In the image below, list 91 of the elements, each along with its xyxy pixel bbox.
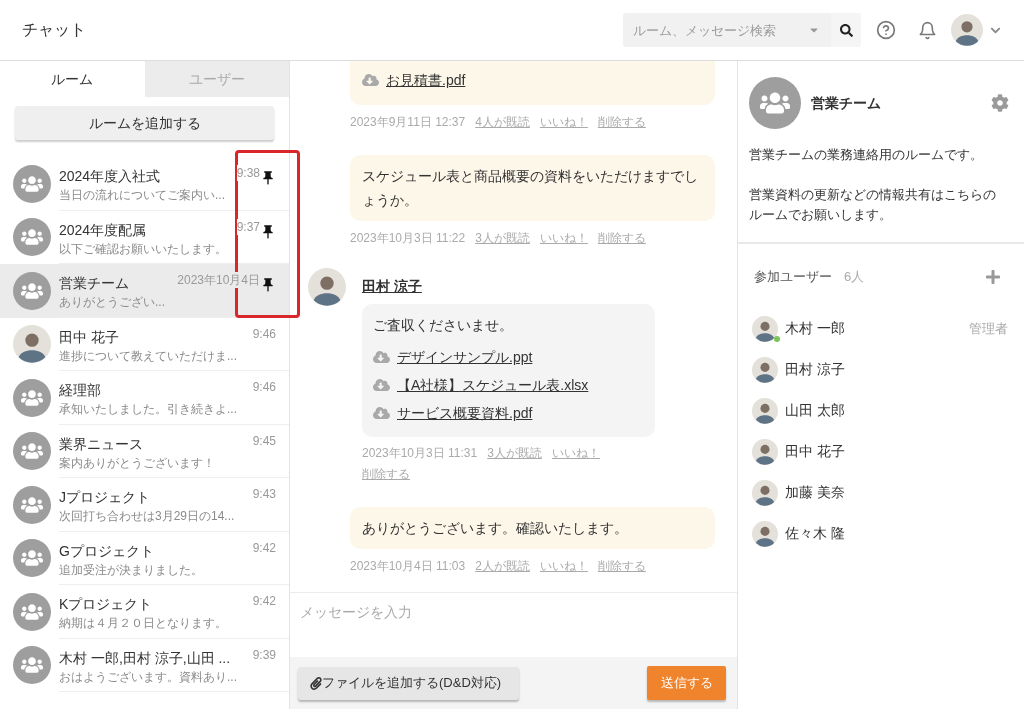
- group-avatar-icon: [13, 646, 51, 685]
- group-avatar-icon: [749, 77, 801, 129]
- member-list-item[interactable]: 田村 涼子: [752, 349, 1010, 390]
- room-last-message: 当日の流れについてご案内い...: [59, 187, 226, 204]
- cloud-download-icon: [373, 377, 390, 393]
- room-last-message: 次回打ち合わせは3月29日の14...: [59, 508, 236, 525]
- room-title: 営業チーム: [811, 93, 881, 113]
- message-text: スケジュール表と商品概要の資料をいただけますでしょうか。: [362, 167, 699, 210]
- room-description: 営業資料の更新などの情報共有はこちらのルームでお願いします。: [749, 186, 997, 224]
- group-avatar-icon: [13, 485, 51, 524]
- search-field[interactable]: ルーム、メッセージ検索: [623, 13, 831, 47]
- member-name: 田村 涼子: [785, 360, 845, 379]
- pin-icon[interactable]: [260, 170, 276, 186]
- room-list-item[interactable]: 営業チーム ありがとうござい... 2023年10月4日: [0, 264, 289, 318]
- member-role: 管理者: [969, 319, 1008, 338]
- message-text: ご査収くださいませ。: [373, 316, 514, 335]
- room-last-message: 追加受注が決まりました。: [59, 561, 204, 579]
- user-avatar-icon: [752, 479, 778, 506]
- user-avatar-icon: [13, 325, 51, 364]
- cloud-download-icon: [373, 349, 390, 365]
- room-name: 木村 一郎,田村 涼子,山田 ...: [59, 648, 232, 668]
- member-list-item[interactable]: 木村 一郎 管理者: [752, 308, 1010, 349]
- group-avatar-icon: [13, 539, 51, 578]
- user-avatar-icon: [752, 397, 778, 424]
- cloud-download-icon: [373, 405, 390, 421]
- member-name: 佐々木 隆: [785, 524, 845, 543]
- user-avatar-icon: [308, 268, 346, 306]
- room-name: Jプロジェクト: [59, 488, 151, 507]
- member-name: 木村 一郎: [785, 319, 845, 338]
- user-avatar-icon[interactable]: [951, 14, 983, 46]
- search-icon: [839, 23, 853, 37]
- cloud-download-icon: [362, 72, 379, 88]
- message-text: ありがとうございます。確認いたします。: [362, 519, 629, 538]
- members-label: 参加ユーザー: [754, 268, 832, 286]
- room-last-message: 案内ありがとうございます！: [59, 454, 216, 472]
- room-name: Gプロジェクト: [59, 541, 155, 561]
- group-avatar-icon: [13, 592, 51, 631]
- user-avatar-icon: [752, 315, 778, 342]
- message-timestamp: 2023年10月3日 11:31: [362, 445, 478, 462]
- user-avatar-icon: [752, 438, 778, 465]
- message-timestamp: 2023年10月3日 11:22: [350, 230, 466, 247]
- user-avatar-icon: [752, 520, 778, 547]
- room-name: 業界ニュース: [59, 434, 144, 454]
- member-name: 山田 太郎: [785, 401, 845, 420]
- paperclip-icon: [310, 676, 322, 690]
- group-avatar-icon: [13, 164, 51, 203]
- member-list-item[interactable]: 山田 太郎: [752, 390, 1010, 431]
- bell-icon[interactable]: [918, 20, 937, 40]
- members-count: 6人: [844, 268, 865, 286]
- settings-icon[interactable]: [991, 94, 1009, 112]
- file-link[interactable]: 【A社様】スケジュール表.xlsx: [397, 375, 589, 395]
- file-link[interactable]: サービス概要資料.pdf: [397, 403, 533, 423]
- message-timestamp: 2023年10月4日 11:03: [350, 558, 466, 575]
- room-time: 9:37: [236, 218, 260, 235]
- room-name: 2024年度入社式: [59, 167, 162, 186]
- room-name: 経理部: [59, 381, 102, 400]
- user-avatar-icon: [752, 356, 778, 383]
- room-time: 2023年10月4日: [177, 272, 260, 288]
- pin-icon[interactable]: [260, 277, 276, 293]
- room-name: 田中 花子: [59, 327, 120, 347]
- member-list-item[interactable]: 田中 花子: [752, 431, 1010, 472]
- room-last-message: 進捗について教えていただけま...: [59, 347, 238, 365]
- search-button[interactable]: [831, 13, 861, 47]
- message-timestamp: 2023年9月11日 12:37: [350, 114, 466, 131]
- room-last-message: 承知いたしました。引き続きよ...: [59, 401, 238, 418]
- help-icon[interactable]: [876, 20, 896, 40]
- add-room-button[interactable]: ルームを追加する: [15, 106, 274, 140]
- group-avatar-icon: [13, 218, 51, 257]
- room-name: 営業チーム: [59, 274, 130, 293]
- room-last-message: おはようございます。資料あり...: [59, 668, 238, 686]
- file-link[interactable]: お見積書.pdf: [386, 70, 466, 90]
- room-last-message: 以下ご確認お願いいたします。: [59, 240, 228, 258]
- member-name: 田中 花子: [785, 442, 845, 461]
- app-title: チャット: [22, 20, 86, 40]
- pin-icon[interactable]: [260, 223, 276, 240]
- plus-icon[interactable]: [985, 269, 1001, 285]
- attach-file-button[interactable]: ファイルを追加する(D&D対応): [298, 666, 519, 700]
- sender-name[interactable]: 田村 涼子: [362, 276, 422, 296]
- room-last-message: 納期は４月２０日となります。: [59, 615, 228, 632]
- room-name: 2024年度配属: [59, 220, 148, 240]
- group-avatar-icon: [13, 432, 51, 471]
- group-avatar-icon: [13, 378, 51, 417]
- member-list-item[interactable]: 加藤 美奈: [752, 472, 1010, 513]
- group-avatar-icon: [13, 271, 51, 310]
- member-list-item[interactable]: 佐々木 隆: [752, 513, 1010, 554]
- room-name: Kプロジェクト: [59, 595, 154, 614]
- member-name: 加藤 美奈: [785, 483, 845, 502]
- room-time: 9:38: [236, 165, 260, 181]
- file-link[interactable]: デザインサンプル.ppt: [397, 347, 533, 367]
- room-last-message: ありがとうござい...: [59, 294, 166, 311]
- room-description: 営業チームの業務連絡用のルームです。: [749, 146, 984, 164]
